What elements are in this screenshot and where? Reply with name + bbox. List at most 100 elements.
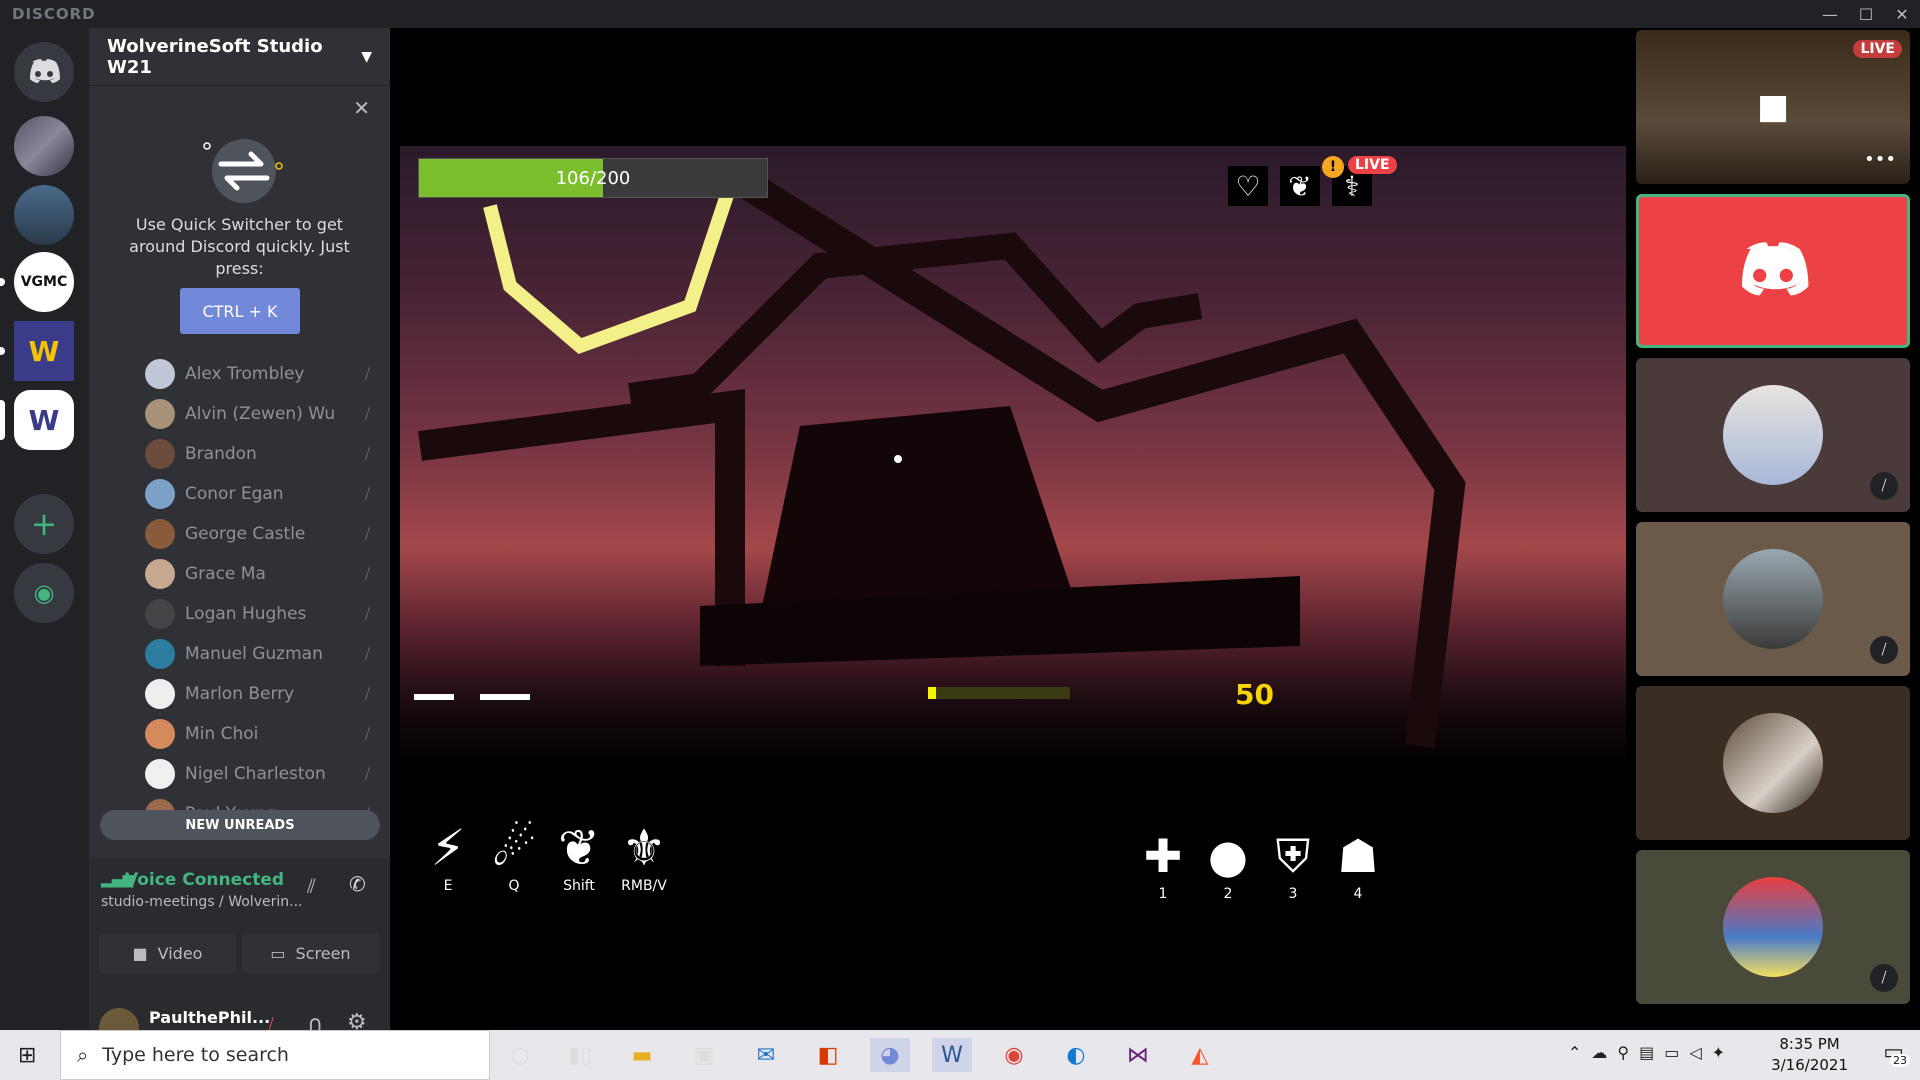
app-brand: DISCORD — [12, 5, 96, 23]
visual-studio-icon[interactable]: ⋈ — [1118, 1038, 1158, 1072]
camera-icon: ■ — [132, 943, 148, 963]
windows-taskbar: ⊞ ⌕ Type here to search ○ ▮▯ ▬ ▣ ✉ ◧ ◕ W… — [0, 1030, 1920, 1080]
word-icon[interactable]: W — [932, 1038, 972, 1072]
participant-tile[interactable]: ⧸ — [1636, 358, 1910, 512]
more-options-icon[interactable]: ••• — [1864, 149, 1896, 170]
voice-channel[interactable]: studio-meetings / Wolverin... — [101, 894, 302, 910]
item-key: 3 — [1288, 886, 1298, 902]
quick-switcher-shortcut-button[interactable]: CTRL + K — [180, 288, 300, 334]
server-name: WolverineSoft Studio W21 — [107, 35, 323, 78]
wing-buff-icon: ❦ — [1280, 166, 1320, 206]
new-unreads-button[interactable]: NEW UNREADS — [100, 810, 380, 840]
voice-member-row[interactable]: Manuel Guzman ⧸ — [89, 634, 390, 674]
voice-panel: ▂▄▆ Voice Connected studio-meetings / Wo… — [89, 858, 390, 996]
heart-buff-icon: ♡ — [1228, 166, 1268, 206]
discord-taskbar-icon[interactable]: ◕ — [870, 1038, 910, 1072]
file-explorer-icon[interactable]: ▬ — [622, 1038, 662, 1072]
minimize-icon[interactable]: — — [1812, 0, 1848, 28]
voice-member-row[interactable]: Alvin (Zewen) Wu ⧸ — [89, 394, 390, 434]
item-slot: ☗ 4 — [1323, 826, 1393, 902]
video-button[interactable]: ■ Video — [99, 933, 236, 973]
screen-icon: ▭ — [270, 943, 286, 963]
task-view-icon[interactable]: ▮▯ — [560, 1038, 600, 1072]
server-header[interactable]: WolverineSoft Studio W21 ▼ — [89, 28, 390, 86]
noise-suppression-icon[interactable]: ⫽ — [307, 874, 316, 898]
participant-tile[interactable]: ⧸ — [1636, 850, 1910, 1004]
stream-preview-tile[interactable]: LIVE ■ ••• — [1636, 30, 1910, 184]
emblem-icon: ⚜ — [621, 819, 667, 877]
wing-icon: ❦ — [558, 819, 600, 877]
muted-mic-icon: ⧸ — [364, 445, 370, 463]
home-button[interactable] — [14, 42, 74, 102]
member-name: Alvin (Zewen) Wu — [185, 404, 336, 424]
voice-member-row[interactable]: Conor Egan ⧸ — [89, 474, 390, 514]
voice-status[interactable]: Voice Connected — [125, 870, 284, 890]
voice-member-row[interactable]: George Castle ⧸ — [89, 514, 390, 554]
game-stream-video[interactable]: 106/200 ♡ ❦ ⚕ ! LIVE 50 ⚡ E ☄ Q ❦ Shift ⚜ RMB/V… — [400, 146, 1626, 919]
avatar — [145, 559, 175, 589]
taskbar-search[interactable]: ⌕ Type here to search — [60, 1030, 490, 1080]
chevron-down-icon: ▼ — [361, 48, 372, 65]
participant-tile-speaking[interactable] — [1636, 194, 1910, 348]
dash-icon: ⚡ — [430, 819, 466, 877]
voice-member-row[interactable]: Marlon Berry ⧸ — [89, 674, 390, 714]
username[interactable]: PaulthePhil... — [149, 1008, 270, 1027]
participant-tile[interactable]: ⧸ — [1636, 522, 1910, 676]
add-server-button[interactable]: + — [14, 494, 74, 554]
voice-member-row[interactable]: Brandon ⧸ — [89, 434, 390, 474]
member-name: Grace Ma — [185, 564, 266, 584]
ability-key: E — [443, 878, 453, 894]
title-bar: DISCORD — ☐ ✕ — [0, 0, 1920, 28]
system-clock[interactable]: 8:35 PM 3/16/2021 — [1771, 1034, 1848, 1076]
screen-share-button[interactable]: ▭ Screen — [242, 933, 379, 973]
server-icon-wolverinesoft-studio[interactable]: W — [14, 390, 74, 450]
muted-icon: ⧸ — [1870, 636, 1898, 664]
store-icon[interactable]: ▣ — [684, 1038, 724, 1072]
switch-arrows-icon — [203, 139, 283, 203]
member-name: Manuel Guzman — [185, 644, 323, 664]
voice-member-list: Alex Trombley ⧸ Alvin (Zewen) Wu ⧸ Brandon ⧸ C… — [89, 354, 390, 834]
server-icon-1[interactable] — [14, 116, 74, 176]
muted-mic-icon: ⧸ — [364, 525, 370, 543]
brave-icon[interactable]: ◭ — [1180, 1038, 1220, 1072]
ammo-count: 50 — [1235, 678, 1274, 711]
chrome-icon[interactable]: ◉ — [994, 1038, 1034, 1072]
voice-member-row[interactable]: Grace Ma ⧸ — [89, 554, 390, 594]
clock-date: 3/16/2021 — [1771, 1056, 1848, 1074]
avatar — [145, 639, 175, 669]
ability-slot: ☄ Q — [480, 818, 548, 894]
voice-member-row[interactable]: Min Choi ⧸ — [89, 714, 390, 754]
maximize-icon[interactable]: ☐ — [1848, 0, 1884, 28]
search-icon: ⌕ — [77, 1043, 89, 1067]
muted-mic-icon: ⧸ — [364, 365, 370, 383]
windows-start-icon[interactable]: ⊞ — [18, 1043, 36, 1068]
voice-member-row[interactable]: Logan Hughes ⧸ — [89, 594, 390, 634]
mail-icon[interactable]: ✉ — [746, 1038, 786, 1072]
disconnect-icon[interactable]: ✆ — [349, 872, 366, 896]
live-badge: LIVE — [1348, 156, 1397, 174]
server-icon-2[interactable] — [14, 185, 74, 245]
voice-member-row[interactable]: Nigel Charleston ⧸ — [89, 754, 390, 794]
server-rail: VGMC W W + ◉ — [0, 28, 89, 1030]
edge-icon[interactable]: ◐ — [1056, 1038, 1096, 1072]
close-icon[interactable]: ✕ — [1884, 0, 1920, 28]
member-name: Conor Egan — [185, 484, 284, 504]
server-icon-vgmc[interactable]: VGMC — [14, 252, 74, 312]
cortana-icon[interactable]: ○ — [500, 1038, 540, 1072]
item-key: 4 — [1353, 886, 1363, 902]
voice-member-row[interactable]: Alex Trombley ⧸ — [89, 354, 390, 394]
office-icon[interactable]: ◧ — [808, 1038, 848, 1072]
member-name: Alex Trombley — [185, 364, 305, 384]
server-icon-wolverinesoft[interactable]: W — [14, 321, 74, 381]
participant-tile[interactable] — [1636, 686, 1910, 840]
item-slot: ✚ 1 — [1128, 826, 1198, 902]
explore-servers-button[interactable]: ◉ — [14, 563, 74, 623]
muted-mic-icon: ⧸ — [364, 605, 370, 623]
avatar — [1723, 549, 1823, 649]
item-key: 1 — [1158, 886, 1168, 902]
warning-icon: ! — [1322, 156, 1344, 178]
system-tray-icons[interactable]: ⌃☁⚲▤▭◁✦ — [1568, 1043, 1735, 1062]
item-slot: ⛨ 3 — [1258, 826, 1328, 902]
close-tip-icon[interactable]: ✕ — [353, 96, 370, 120]
reload-bar — [928, 687, 1070, 699]
